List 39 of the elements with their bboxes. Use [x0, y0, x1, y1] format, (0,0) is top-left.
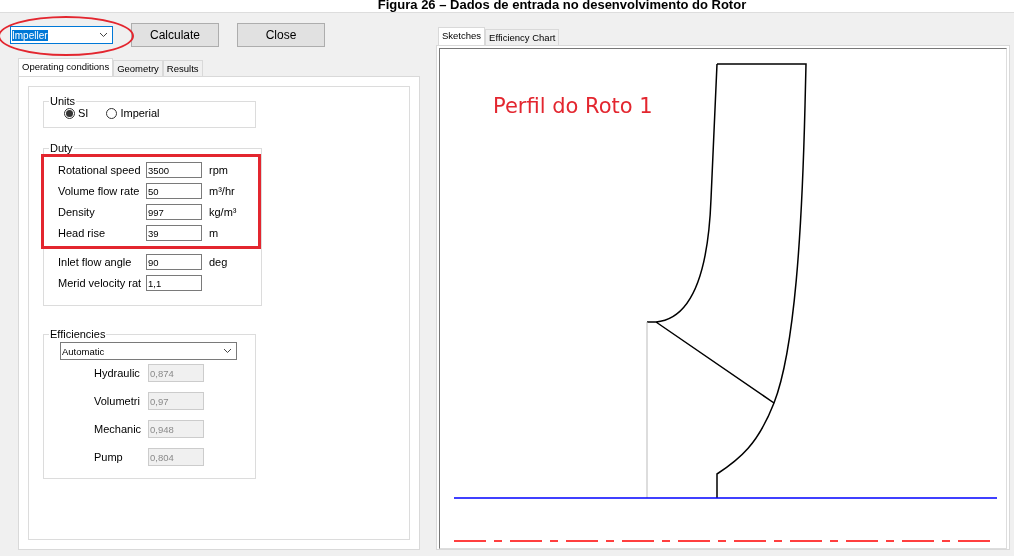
group-title: Units [49, 95, 77, 107]
tab[interactable]: Efficiency Chart [485, 29, 560, 45]
field-label: Density [58, 206, 96, 218]
input-field[interactable]: 3500 [146, 162, 202, 178]
toolbar-button[interactable]: Calculate [131, 23, 219, 47]
field-label: Volumetri [94, 395, 141, 407]
mode-dropdown[interactable]: Automatic [60, 342, 237, 360]
figure-caption: Figura 26 – Dados de entrada no desenvolvimento do Rotor [376, 0, 748, 12]
input-field[interactable]: 90 [146, 254, 202, 270]
field-label: Merid velocity rat [58, 277, 143, 289]
field-label: Mechanic [94, 423, 143, 435]
tab[interactable]: Results [162, 60, 203, 76]
input-field[interactable]: 1,1 [146, 275, 202, 291]
radio-label[interactable]: Imperial [120, 107, 160, 119]
field-label: Inlet flow angle [58, 256, 133, 268]
unit-label: rpm [209, 164, 228, 176]
tab[interactable]: Operating conditions [18, 58, 114, 76]
field-label: Rotational speed [58, 164, 142, 176]
field-label: Pump [94, 451, 124, 463]
component-dropdown[interactable]: Impeller [10, 26, 113, 44]
field-label: Volume flow rate [58, 185, 141, 197]
input-field[interactable]: 997 [146, 204, 202, 220]
input-field[interactable]: 50 [146, 183, 202, 199]
radio-label[interactable]: SI [78, 107, 89, 119]
unit-label: kg/m³ [209, 206, 237, 218]
tab[interactable]: Geometry [113, 60, 163, 76]
group-title: Efficiencies [49, 328, 107, 340]
field-label: Head rise [58, 227, 107, 239]
tab[interactable]: Sketches [438, 27, 486, 45]
group-title: Duty [49, 142, 74, 154]
chevron-icon [223, 348, 232, 354]
input-field[interactable]: 39 [146, 225, 202, 241]
chevron-icon [99, 32, 108, 38]
unit-label: m³/hr [209, 185, 235, 197]
unit-label: deg [209, 256, 228, 268]
sketch-title: Perfil do Roto 1 [493, 94, 653, 118]
toolbar-button[interactable]: Close [237, 23, 325, 47]
unit-label: m [209, 227, 219, 239]
field-label: Hydraulic [94, 367, 141, 379]
